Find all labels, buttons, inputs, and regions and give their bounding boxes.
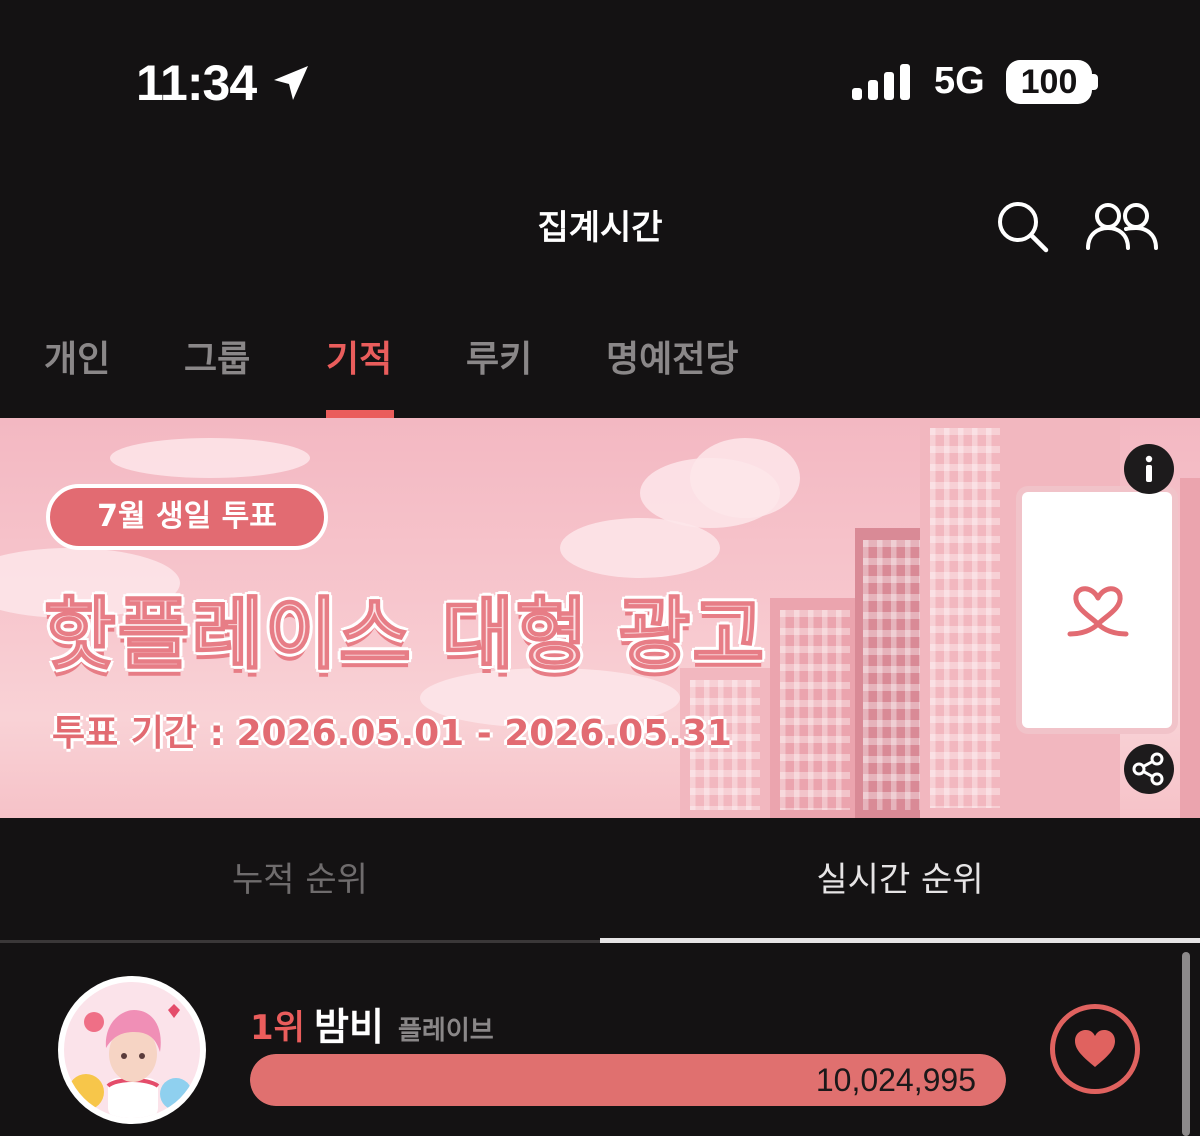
avatar[interactable] [58,976,206,1124]
tab-hall-of-fame[interactable]: 명예전당 [606,330,738,382]
vote-count: 10,024,995 [815,1062,976,1098]
battery-cap [1092,74,1098,90]
banner-headline: 핫플레이스 대형 광고 [43,589,767,681]
tab-indicator [326,410,394,418]
tab-cumulative-ranking[interactable]: 누적 순위 [0,818,600,942]
info-button[interactable] [1124,444,1174,494]
banner-badge: 7월 생일 투표 [46,484,328,550]
artist-name[interactable]: 밤비 [314,996,384,1051]
vote-progress-bar: 10,024,995 [250,1054,1006,1106]
info-icon [1145,455,1153,482]
tab-miracle[interactable]: 기적 [326,330,392,382]
character-avatar-icon [64,982,200,1118]
heart-ribbon-icon [1067,586,1129,637]
banner-period: 투표 기간 : 2026.05.01 - 2026.05.31 [52,713,732,754]
network-label: 5G [934,60,985,102]
cloud [560,518,720,578]
rank-label: 1위 [250,1008,305,1048]
cloud [110,438,310,478]
vote-heart-button[interactable] [1050,1004,1140,1094]
friends-icon[interactable] [1084,198,1160,254]
share-icon [1132,752,1164,786]
building [1180,478,1200,818]
building-windows [930,428,1000,808]
tab-realtime-ranking[interactable]: 실시간 순위 [600,818,1200,942]
rank-tab-indicator [600,938,1200,943]
search-icon[interactable] [994,198,1050,254]
rank-tab-divider [0,940,600,943]
building-windows [863,540,925,810]
share-button[interactable] [1124,744,1174,794]
scrollbar[interactable] [1182,952,1190,1136]
tab-group[interactable]: 그룹 [184,330,250,382]
location-arrow-icon [274,66,308,100]
battery-level: 100 [1020,63,1078,101]
tab-rookie[interactable]: 루키 [466,330,532,382]
battery-icon: 100 [1006,60,1092,104]
status-time: 11:34 [136,55,257,111]
signal-icon [852,64,910,100]
tab-personal[interactable]: 개인 [44,330,110,382]
heart-icon [1075,1030,1115,1067]
cloud [690,438,800,518]
building-windows [780,610,850,810]
category-tabs: 개인 그룹 기적 루키 명예전당 [0,320,1200,418]
group-name: 플레이브 [398,1016,494,1046]
